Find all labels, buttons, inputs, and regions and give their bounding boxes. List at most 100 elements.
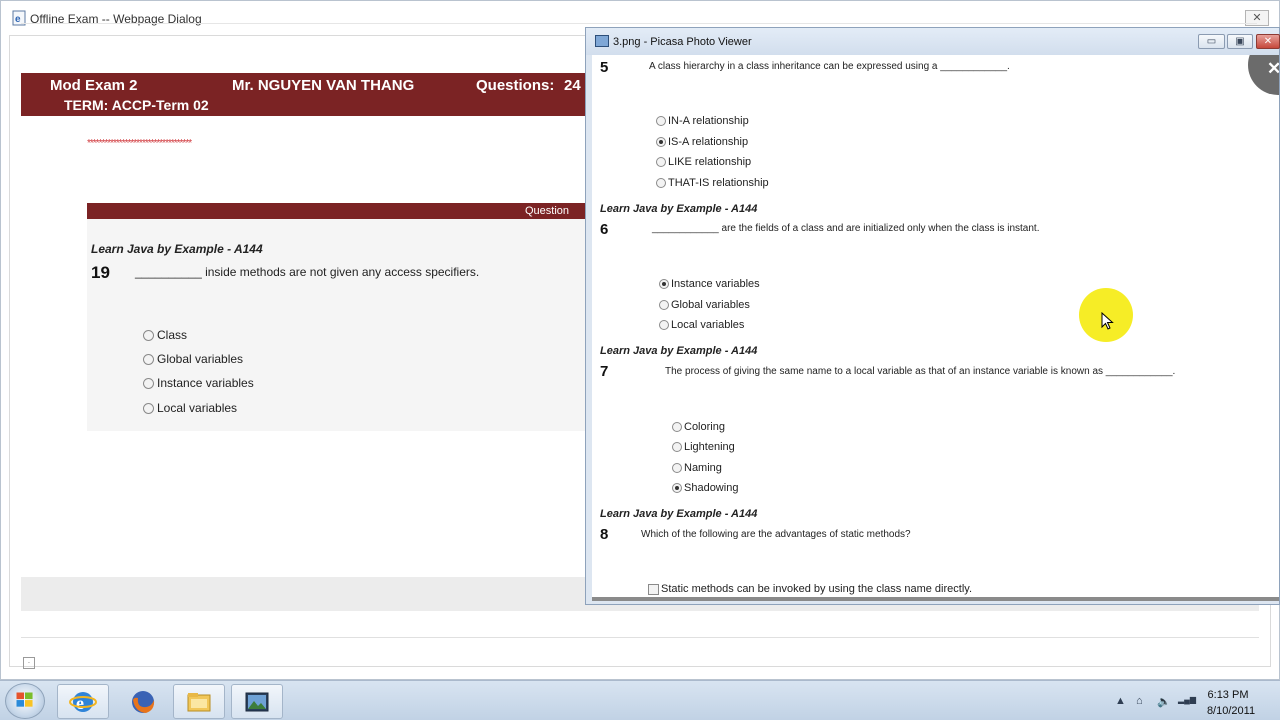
answer-option-label: Local variables	[671, 319, 745, 331]
mouse-pointer-icon	[1101, 312, 1114, 330]
taskbar: e ▲ ⌂ 🔈 ▂▄▆ 6:13 PM 8/10/2011	[0, 680, 1280, 720]
radio-button	[659, 300, 669, 310]
question-number: 19	[91, 263, 110, 282]
answer-option-label: Global variables	[671, 299, 750, 311]
taskbar-explorer[interactable]	[173, 684, 225, 719]
questions-label: Questions:	[476, 77, 555, 94]
answer-option-label: Class	[157, 328, 188, 342]
answer-option-label: IS-A relationship	[668, 136, 749, 148]
close-icon[interactable]: ✕	[1267, 59, 1279, 79]
answer-option: IN-A relationship	[656, 115, 749, 127]
answer-option: Shadowing	[672, 482, 738, 494]
answer-option-label: Naming	[684, 462, 722, 474]
radio-button-selected	[659, 279, 669, 289]
question-text: __________ inside methods are not given …	[135, 265, 480, 279]
star-divider: ************************************	[87, 138, 192, 149]
teacher-name: Mr. NGUYEN VAN THANG	[232, 77, 415, 94]
answer-option: Coloring	[672, 421, 725, 433]
picasa-viewer-window: 3.png - Picasa Photo Viewer ▭ ▣ ✕ ✕ 5 A …	[585, 27, 1280, 605]
answer-option: Instance variables	[659, 278, 760, 290]
question-number: 6	[600, 221, 609, 238]
question-text: ____________ are the fields of a class a…	[652, 223, 1040, 234]
answer-option[interactable]: Class	[143, 328, 187, 342]
close-button[interactable]: ✕	[1256, 34, 1280, 49]
viewer-bottom-edge	[592, 597, 1279, 601]
radio-button	[672, 422, 682, 432]
answer-option: Naming	[672, 462, 722, 474]
clock-date[interactable]: 8/10/2011	[1200, 705, 1262, 717]
answer-option[interactable]: Global variables	[143, 352, 243, 366]
answer-option-label: Instance variables	[157, 376, 254, 390]
radio-button-selected	[672, 483, 682, 493]
answer-option-label: Static methods can be invoked by using t…	[661, 583, 973, 595]
clock-time[interactable]: 6:13 PM	[1200, 689, 1256, 701]
show-hidden-icon[interactable]: ▲	[1115, 695, 1126, 707]
question-source: Learn Java by Example - A144	[600, 203, 758, 215]
question-text: A class hierarchy in a class inheritance…	[649, 61, 1010, 72]
radio-button	[656, 116, 666, 126]
signal-icon[interactable]: ▂▄▆	[1178, 695, 1196, 704]
picasa-image-icon	[595, 35, 609, 47]
answer-option: Local variables	[659, 319, 744, 331]
start-button[interactable]	[5, 683, 45, 719]
answer-option: Global variables	[659, 299, 750, 311]
question-bar-label: Question	[524, 205, 569, 217]
question-number: 8	[600, 526, 609, 543]
network-icon[interactable]: ⌂	[1136, 695, 1143, 707]
radio-button[interactable]	[143, 353, 154, 365]
radio-button-selected	[656, 137, 666, 147]
question-header-bar: Question	[87, 203, 591, 219]
question-source: Learn Java by Example - A144	[91, 242, 263, 256]
question-source: Learn Java by Example - A144	[600, 345, 758, 357]
question-number: 7	[600, 363, 609, 380]
answer-option-label: Local variables	[157, 401, 238, 415]
answer-option-label: LIKE relationship	[668, 156, 752, 168]
exam-name: Mod Exam 2	[50, 77, 138, 94]
status-icon: ·	[23, 657, 35, 669]
picture-icon	[245, 692, 269, 711]
answer-option: IS-A relationship	[656, 136, 748, 148]
answer-option-label: IN-A relationship	[668, 115, 749, 127]
checkbox	[648, 583, 659, 595]
radio-button	[672, 463, 682, 473]
answer-option: THAT-IS relationship	[656, 177, 769, 189]
picasa-image-area: ✕ 5 A class hierarchy in a class inherit…	[592, 55, 1279, 597]
radio-button[interactable]	[143, 329, 154, 341]
picasa-title-bar[interactable]: 3.png - Picasa Photo Viewer ▭ ▣ ✕	[586, 28, 1280, 55]
exam-term: TERM: ACCP-Term 02	[64, 97, 209, 113]
answer-option-label: Shadowing	[684, 482, 739, 494]
radio-button[interactable]	[143, 402, 154, 414]
radio-button[interactable]	[143, 377, 154, 389]
answer-option[interactable]: Instance variables	[143, 376, 254, 390]
question-number: 5	[600, 59, 609, 76]
picasa-window-title: 3.png - Picasa Photo Viewer	[613, 36, 752, 48]
answer-option: LIKE relationship	[656, 156, 751, 168]
radio-button	[656, 178, 666, 188]
taskbar-picasa-viewer[interactable]	[231, 684, 283, 719]
question-text: The process of giving the same name to a…	[665, 366, 1176, 377]
questions-count: 24	[564, 77, 581, 94]
answer-option-label: THAT-IS relationship	[668, 177, 769, 189]
firefox-icon	[132, 690, 155, 713]
answer-option[interactable]: Local variables	[143, 401, 237, 415]
exam-header-banner: Mod Exam 2 Mr. NGUYEN VAN THANG Question…	[21, 73, 591, 116]
question-source: Learn Java by Example - A144	[600, 508, 758, 520]
minimize-button[interactable]: ▭	[1198, 34, 1225, 49]
svg-text:e: e	[76, 693, 84, 713]
windows-logo-icon	[16, 692, 33, 707]
taskbar-internet-explorer[interactable]: e	[57, 684, 109, 719]
answer-option: Lightening	[672, 441, 735, 453]
answer-option-label: Instance variables	[671, 278, 760, 290]
folder-icon	[187, 692, 211, 711]
answer-option-label: Lightening	[684, 441, 735, 453]
internet-explorer-icon: e	[69, 691, 97, 713]
answer-option-label: Coloring	[684, 421, 725, 433]
radio-button	[672, 442, 682, 452]
maximize-button[interactable]: ▣	[1227, 34, 1253, 49]
speaker-icon[interactable]: 🔈	[1157, 695, 1171, 708]
answer-option-label: Global variables	[157, 352, 244, 366]
answer-option: Static methods can be invoked by using t…	[648, 583, 972, 595]
taskbar-firefox[interactable]	[117, 684, 169, 719]
radio-button	[656, 157, 666, 167]
question-text: Which of the following are the advantage…	[641, 529, 911, 540]
